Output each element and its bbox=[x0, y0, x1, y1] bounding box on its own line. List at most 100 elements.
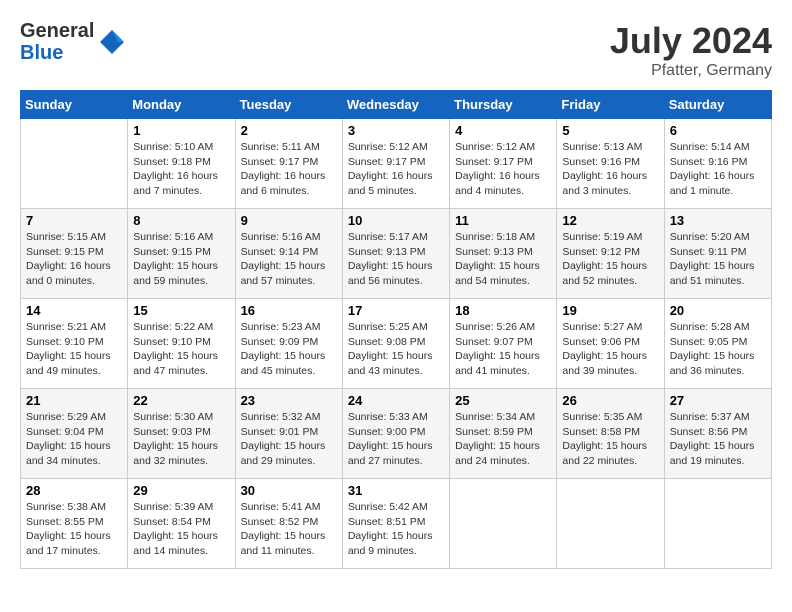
day-info: Sunrise: 5:34 AM Sunset: 8:59 PM Dayligh… bbox=[455, 410, 551, 469]
day-info: Sunrise: 5:14 AM Sunset: 9:16 PM Dayligh… bbox=[670, 140, 766, 199]
calendar-cell: 10 Sunrise: 5:17 AM Sunset: 9:13 PM Dayli… bbox=[342, 209, 449, 299]
calendar-cell: 8Sunrise: 5:16 AM Sunset: 9:15 PM Daylig… bbox=[128, 209, 235, 299]
calendar-cell: 11 Sunrise: 5:18 AM Sunset: 9:13 PM Dayli… bbox=[450, 209, 557, 299]
calendar-cell: 17 Sunrise: 5:25 AM Sunset: 9:08 PM Dayli… bbox=[342, 299, 449, 389]
calendar-cell: 29Sunrise: 5:39 AM Sunset: 8:54 PM Dayli… bbox=[128, 479, 235, 569]
calendar-cell: 28Sunrise: 5:38 AM Sunset: 8:55 PM Dayli… bbox=[21, 479, 128, 569]
day-number: 18 bbox=[455, 303, 551, 318]
logo-general-text: General bbox=[20, 20, 94, 42]
day-info: Sunrise: 5:16 AM Sunset: 9:14 PM Dayligh… bbox=[241, 230, 337, 289]
day-info: Sunrise: 5:26 AM Sunset: 9:07 PM Dayligh… bbox=[455, 320, 551, 379]
calendar-week-row: 21Sunrise: 5:29 AM Sunset: 9:04 PM Dayli… bbox=[21, 389, 772, 479]
col-monday: Monday bbox=[128, 91, 235, 119]
day-number: 20 bbox=[670, 303, 766, 318]
day-info: Sunrise: 5:33 AM Sunset: 9:00 PM Dayligh… bbox=[348, 410, 444, 469]
day-info: Sunrise: 5:13 AM Sunset: 9:16 PM Dayligh… bbox=[562, 140, 658, 199]
day-info: Sunrise: 5:32 AM Sunset: 9:01 PM Dayligh… bbox=[241, 410, 337, 469]
logo-blue-text: Blue bbox=[20, 42, 94, 64]
day-number: 6 bbox=[670, 123, 766, 138]
day-info: Sunrise: 5:18 AM Sunset: 9:13 PM Dayligh… bbox=[455, 230, 551, 289]
day-info: Sunrise: 5:41 AM Sunset: 8:52 PM Dayligh… bbox=[241, 500, 337, 559]
calendar-header-row: Sunday Monday Tuesday Wednesday Thursday… bbox=[21, 91, 772, 119]
day-number: 25 bbox=[455, 393, 551, 408]
calendar-cell: 27 Sunrise: 5:37 AM Sunset: 8:56 PM Dayli… bbox=[664, 389, 771, 479]
calendar-cell: 31 Sunrise: 5:42 AM Sunset: 8:51 PM Dayli… bbox=[342, 479, 449, 569]
day-number: 4 bbox=[455, 123, 551, 138]
calendar-cell: 25 Sunrise: 5:34 AM Sunset: 8:59 PM Dayli… bbox=[450, 389, 557, 479]
day-info: Sunrise: 5:21 AM Sunset: 9:10 PM Dayligh… bbox=[26, 320, 122, 379]
month-year-title: July 2024 bbox=[610, 20, 772, 62]
calendar-cell: 21Sunrise: 5:29 AM Sunset: 9:04 PM Dayli… bbox=[21, 389, 128, 479]
day-number: 11 bbox=[455, 213, 551, 228]
day-number: 29 bbox=[133, 483, 229, 498]
day-number: 14 bbox=[26, 303, 122, 318]
day-number: 3 bbox=[348, 123, 444, 138]
calendar-cell: 26 Sunrise: 5:35 AM Sunset: 8:58 PM Dayli… bbox=[557, 389, 664, 479]
day-info: Sunrise: 5:20 AM Sunset: 9:11 PM Dayligh… bbox=[670, 230, 766, 289]
day-number: 24 bbox=[348, 393, 444, 408]
day-info: Sunrise: 5:35 AM Sunset: 8:58 PM Dayligh… bbox=[562, 410, 658, 469]
calendar-week-row: 1 Sunrise: 5:10 AM Sunset: 9:18 PM Daylig… bbox=[21, 119, 772, 209]
day-number: 30 bbox=[241, 483, 337, 498]
day-number: 2 bbox=[241, 123, 337, 138]
calendar-cell: 6 Sunrise: 5:14 AM Sunset: 9:16 PM Daylig… bbox=[664, 119, 771, 209]
calendar-cell: 9Sunrise: 5:16 AM Sunset: 9:14 PM Daylig… bbox=[235, 209, 342, 299]
calendar-week-row: 14 Sunrise: 5:21 AM Sunset: 9:10 PM Dayli… bbox=[21, 299, 772, 389]
day-number: 10 bbox=[348, 213, 444, 228]
day-info: Sunrise: 5:12 AM Sunset: 9:17 PM Dayligh… bbox=[348, 140, 444, 199]
day-number: 23 bbox=[241, 393, 337, 408]
day-info: Sunrise: 5:28 AM Sunset: 9:05 PM Dayligh… bbox=[670, 320, 766, 379]
day-number: 31 bbox=[348, 483, 444, 498]
calendar-cell: 23 Sunrise: 5:32 AM Sunset: 9:01 PM Dayli… bbox=[235, 389, 342, 479]
location-subtitle: Pfatter, Germany bbox=[610, 62, 772, 80]
day-number: 7 bbox=[26, 213, 122, 228]
title-block: July 2024 Pfatter, Germany bbox=[610, 20, 772, 80]
day-info: Sunrise: 5:10 AM Sunset: 9:18 PM Dayligh… bbox=[133, 140, 229, 199]
col-thursday: Thursday bbox=[450, 91, 557, 119]
day-number: 1 bbox=[133, 123, 229, 138]
day-info: Sunrise: 5:22 AM Sunset: 9:10 PM Dayligh… bbox=[133, 320, 229, 379]
day-info: Sunrise: 5:17 AM Sunset: 9:13 PM Dayligh… bbox=[348, 230, 444, 289]
day-info: Sunrise: 5:25 AM Sunset: 9:08 PM Dayligh… bbox=[348, 320, 444, 379]
logo: General Blue bbox=[20, 20, 126, 64]
day-info: Sunrise: 5:42 AM Sunset: 8:51 PM Dayligh… bbox=[348, 500, 444, 559]
day-info: Sunrise: 5:12 AM Sunset: 9:17 PM Dayligh… bbox=[455, 140, 551, 199]
col-wednesday: Wednesday bbox=[342, 91, 449, 119]
calendar-cell: 13 Sunrise: 5:20 AM Sunset: 9:11 PM Dayli… bbox=[664, 209, 771, 299]
calendar-cell: 16Sunrise: 5:23 AM Sunset: 9:09 PM Dayli… bbox=[235, 299, 342, 389]
calendar-cell bbox=[664, 479, 771, 569]
day-number: 12 bbox=[562, 213, 658, 228]
col-friday: Friday bbox=[557, 91, 664, 119]
calendar-cell: 30 Sunrise: 5:41 AM Sunset: 8:52 PM Dayli… bbox=[235, 479, 342, 569]
day-number: 17 bbox=[348, 303, 444, 318]
calendar-cell bbox=[21, 119, 128, 209]
day-number: 8 bbox=[133, 213, 229, 228]
day-info: Sunrise: 5:15 AM Sunset: 9:15 PM Dayligh… bbox=[26, 230, 122, 289]
col-saturday: Saturday bbox=[664, 91, 771, 119]
day-info: Sunrise: 5:19 AM Sunset: 9:12 PM Dayligh… bbox=[562, 230, 658, 289]
calendar-week-row: 28Sunrise: 5:38 AM Sunset: 8:55 PM Dayli… bbox=[21, 479, 772, 569]
day-info: Sunrise: 5:38 AM Sunset: 8:55 PM Dayligh… bbox=[26, 500, 122, 559]
calendar-cell bbox=[450, 479, 557, 569]
day-number: 26 bbox=[562, 393, 658, 408]
calendar-cell: 14 Sunrise: 5:21 AM Sunset: 9:10 PM Dayli… bbox=[21, 299, 128, 389]
day-info: Sunrise: 5:37 AM Sunset: 8:56 PM Dayligh… bbox=[670, 410, 766, 469]
calendar-cell: 18 Sunrise: 5:26 AM Sunset: 9:07 PM Dayli… bbox=[450, 299, 557, 389]
calendar-cell: 15Sunrise: 5:22 AM Sunset: 9:10 PM Dayli… bbox=[128, 299, 235, 389]
day-number: 19 bbox=[562, 303, 658, 318]
col-sunday: Sunday bbox=[21, 91, 128, 119]
calendar-week-row: 7 Sunrise: 5:15 AM Sunset: 9:15 PM Daylig… bbox=[21, 209, 772, 299]
calendar-cell: 7 Sunrise: 5:15 AM Sunset: 9:15 PM Daylig… bbox=[21, 209, 128, 299]
day-info: Sunrise: 5:30 AM Sunset: 9:03 PM Dayligh… bbox=[133, 410, 229, 469]
day-info: Sunrise: 5:29 AM Sunset: 9:04 PM Dayligh… bbox=[26, 410, 122, 469]
day-number: 13 bbox=[670, 213, 766, 228]
calendar-cell: 5 Sunrise: 5:13 AM Sunset: 9:16 PM Daylig… bbox=[557, 119, 664, 209]
day-number: 22 bbox=[133, 393, 229, 408]
calendar-cell: 1 Sunrise: 5:10 AM Sunset: 9:18 PM Daylig… bbox=[128, 119, 235, 209]
logo-icon bbox=[98, 28, 126, 56]
calendar-table: Sunday Monday Tuesday Wednesday Thursday… bbox=[20, 90, 772, 569]
calendar-cell: 12 Sunrise: 5:19 AM Sunset: 9:12 PM Dayli… bbox=[557, 209, 664, 299]
day-number: 5 bbox=[562, 123, 658, 138]
calendar-cell: 2Sunrise: 5:11 AM Sunset: 9:17 PM Daylig… bbox=[235, 119, 342, 209]
day-number: 27 bbox=[670, 393, 766, 408]
